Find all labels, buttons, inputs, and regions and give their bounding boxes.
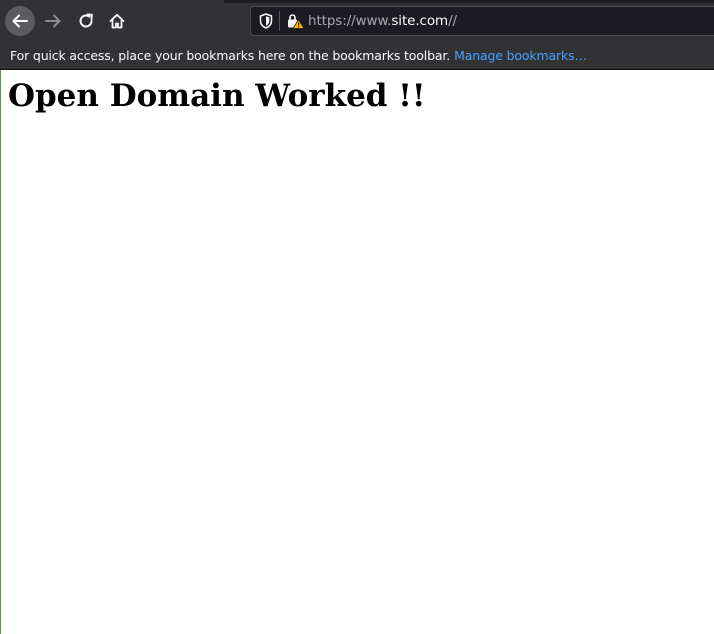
navigation-toolbar: https://www.site.com// — [0, 0, 714, 42]
bookmarks-hint-text: For quick access, place your bookmarks h… — [10, 48, 451, 63]
home-button[interactable] — [102, 6, 132, 36]
back-button[interactable] — [5, 6, 35, 36]
manage-bookmarks-link[interactable]: Manage bookmarks… — [454, 48, 587, 63]
arrow-left-icon — [12, 14, 28, 28]
urlbar-divider — [279, 11, 280, 31]
home-icon — [109, 13, 125, 29]
tab-strip-edge — [224, 0, 714, 3]
arrow-right-icon — [45, 14, 61, 28]
forward-button[interactable] — [38, 6, 68, 36]
bookmarks-hint: For quick access, place your bookmarks h… — [10, 48, 587, 63]
url-path: // — [448, 13, 457, 29]
bookmarks-toolbar: For quick access, place your bookmarks h… — [0, 42, 714, 70]
reload-button[interactable] — [71, 6, 101, 36]
insecure-lock-warning-icon[interactable] — [287, 13, 305, 29]
url-scheme: https://www. — [308, 13, 392, 29]
page-content: Open Domain Worked !! — [0, 70, 714, 634]
url-bar[interactable]: https://www.site.com// — [250, 6, 714, 36]
browser-window: https://www.site.com// For quick access,… — [0, 0, 714, 634]
url-text[interactable]: https://www.site.com// — [308, 13, 457, 29]
url-host: site.com — [391, 13, 449, 29]
shield-icon[interactable] — [259, 13, 273, 29]
reload-icon — [79, 13, 93, 28]
page-heading: Open Domain Worked !! — [8, 78, 426, 114]
